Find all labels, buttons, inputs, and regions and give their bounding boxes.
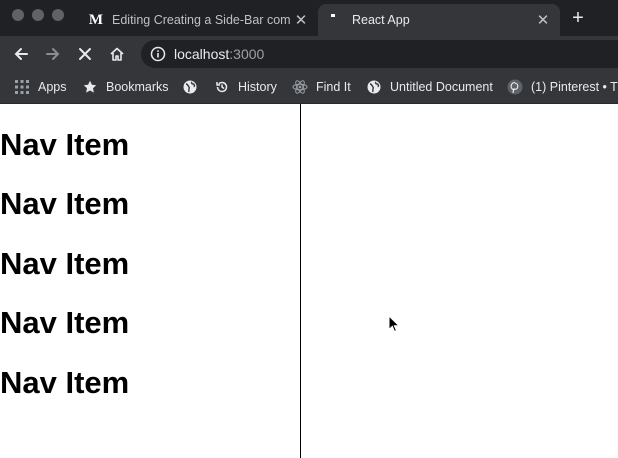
tab-react-app[interactable]: React App ✕ [318,4,560,36]
tab-strip: M Editing Creating a Side-Bar comp ✕ Rea… [0,0,618,36]
bookmark-globe[interactable] [182,72,206,102]
back-arrow-icon [14,48,28,60]
page-viewport: Nav Item Nav Item Nav Item Nav Item Nav … [0,104,618,458]
forward-button[interactable] [40,41,66,67]
stop-loading-button[interactable] [72,41,98,67]
nav-item[interactable]: Nav Item [0,246,129,282]
bookmark-label: Bookmarks [106,80,169,94]
forward-arrow-icon [46,48,60,60]
new-tab-button[interactable]: + [566,6,590,30]
tab-editing-sidebar[interactable]: M Editing Creating a Side-Bar comp ✕ [78,4,318,36]
bookmarks-bar: Apps Bookmarks History Find It Untitled … [0,72,618,104]
bookmark-label: History [238,80,277,94]
bookmark-label: Find It [316,80,351,94]
bookmark-label: (1) Pinterest • Th [531,80,618,94]
nav-item[interactable]: Nav Item [0,365,129,401]
apps-grid-icon [14,79,30,95]
medium-m-icon: M [88,12,104,28]
pinterest-icon [507,79,523,95]
minimize-window-button[interactable] [32,9,44,21]
back-button[interactable] [8,41,34,67]
nav-item[interactable]: Nav Item [0,127,129,163]
tab-title: Editing Creating a Side-Bar comp [112,13,290,27]
url-port: :3000 [229,46,265,62]
tab-title: React App [352,13,410,27]
url-host: localhost [174,46,230,62]
nav-item[interactable]: Nav Item [0,186,129,222]
atom-icon [292,79,308,95]
close-tab-icon[interactable]: ✕ [532,11,554,29]
bookmark-bookmarks[interactable]: Bookmarks [82,72,169,102]
bookmark-label: Apps [38,80,67,94]
bookmark-find-it[interactable]: Find It [292,72,351,102]
info-icon[interactable] [150,46,166,62]
close-window-button[interactable] [12,9,24,21]
history-icon [214,79,230,95]
bookmark-untitled-document[interactable]: Untitled Document [366,72,493,102]
bookmark-label: Untitled Document [390,80,493,94]
bookmark-pinterest[interactable]: (1) Pinterest • Th [507,72,618,102]
globe-icon [182,79,198,95]
bookmark-history[interactable]: History [214,72,277,102]
star-icon [82,79,98,95]
url-text[interactable]: localhost:3000 [174,45,264,63]
mouse-cursor-icon [388,315,400,333]
home-button[interactable] [104,41,130,67]
sidebar: Nav Item Nav Item Nav Item Nav Item Nav … [0,104,301,458]
home-icon [110,47,124,61]
bookmark-apps[interactable]: Apps [14,72,67,102]
globe-icon [366,79,382,95]
close-tab-icon[interactable]: ✕ [290,11,312,29]
maximize-window-button[interactable] [52,9,64,21]
react-icon [328,12,344,28]
close-icon [79,48,91,60]
nav-item[interactable]: Nav Item [0,305,129,341]
